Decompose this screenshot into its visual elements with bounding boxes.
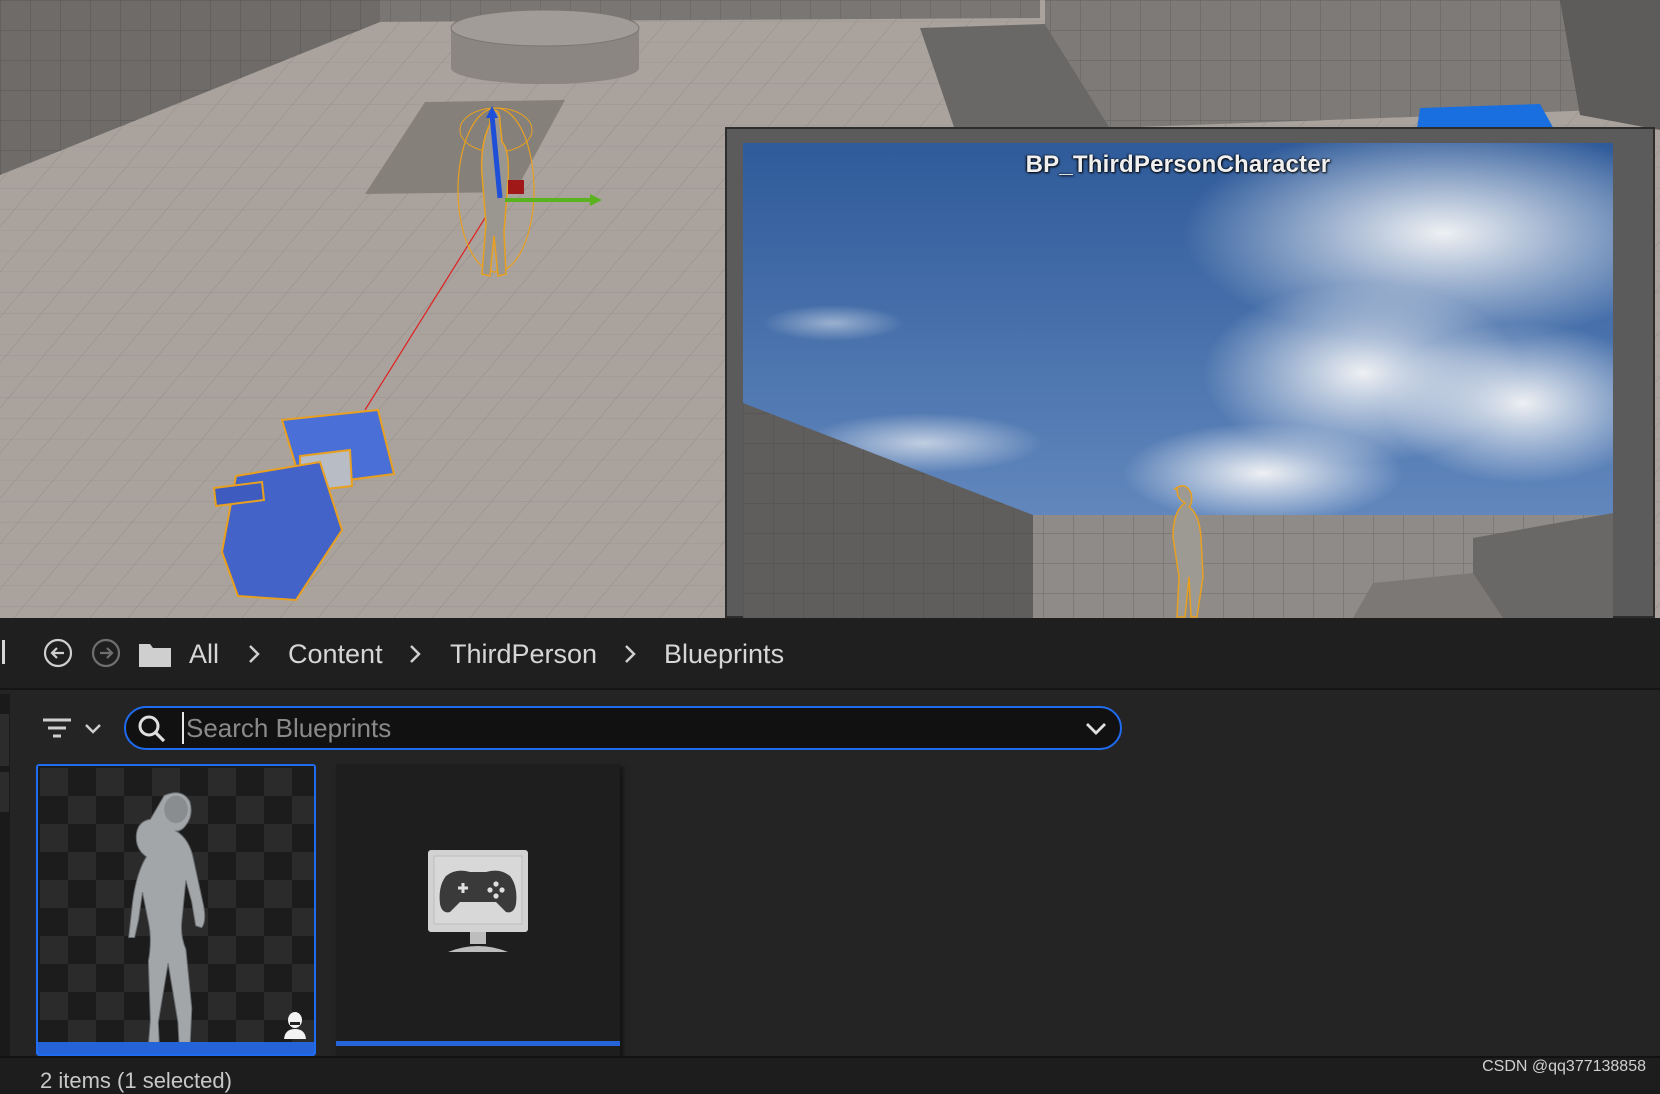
asset-tile-gamemode[interactable] [336,764,620,1056]
breadcrumb-thirdperson[interactable]: ThirdPerson [450,638,597,670]
collapsed-panel-stub[interactable] [2,640,5,664]
filter-icon[interactable] [40,712,108,752]
chevron-right-icon[interactable] [244,642,264,666]
back-arrow-icon[interactable] [43,638,73,668]
asset-tile-character[interactable] [36,764,316,1056]
forward-arrow-icon[interactable] [91,638,121,668]
watermark-text: CSDN @qq377138858 [1482,1058,1646,1075]
breadcrumb-all[interactable]: All [189,638,219,670]
content-browser: All Content ThirdPerson Blueprints Searc… [0,618,1660,1093]
item-count-text: 2 items (1 selected) [40,1068,232,1093]
breadcrumb-blueprints[interactable]: Blueprints [664,638,784,670]
sources-panel-collapsed[interactable] [0,694,10,1088]
search-input[interactable] [182,712,1046,744]
panel-handle[interactable] [0,714,9,766]
status-bar: 2 items (1 selected) [0,1056,1660,1093]
asset-type-bar [38,1042,314,1054]
search-icon [138,715,166,743]
content-browser-nav-bar: All Content ThirdPerson Blueprints [0,618,1660,690]
breadcrumb-content[interactable]: Content [288,638,383,670]
gamepad-monitor-icon [428,850,528,952]
search-box[interactable] [124,706,1122,750]
asset-type-bar [336,1041,620,1046]
character-thumbnail [128,792,206,1046]
camera-preview: BP_ThirdPersonCharacter [743,143,1613,618]
level-viewport[interactable]: BP_ThirdPersonCharacter [0,0,1660,618]
preview-scene [743,143,1613,618]
folder-icon[interactable] [138,640,172,668]
character-badge-icon [284,1012,306,1039]
chevron-right-icon[interactable] [405,642,425,666]
camera-preview-title: BP_ThirdPersonCharacter [1025,151,1331,178]
chevron-right-icon[interactable] [620,642,640,666]
panel-handle[interactable] [0,772,9,812]
chevron-down-icon[interactable] [1082,716,1110,740]
